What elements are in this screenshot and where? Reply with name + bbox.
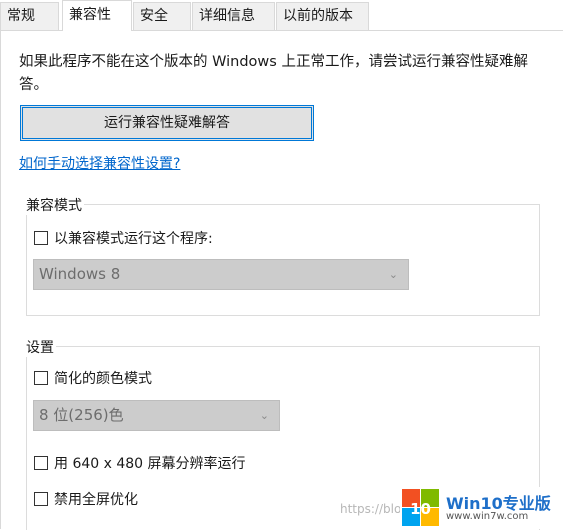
compat-mode-checkbox-label: 以兼容模式运行这个程序: (54, 231, 213, 247)
checkbox-square[interactable] (34, 371, 48, 385)
disable-fullscreen-opt-label: 禁用全屏优化 (54, 492, 138, 508)
compat-mode-group-title: 兼容模式 (24, 195, 84, 215)
tab-strip: 常规 兼容性 安全 详细信息 以前的版本 (0, 0, 563, 31)
run-troubleshooter-button[interactable]: 运行兼容性疑难解答 (20, 105, 314, 141)
settings-group-title: 设置 (24, 337, 56, 357)
logo-number: 10 (410, 500, 431, 518)
tab-details[interactable]: 详细信息 (192, 2, 275, 30)
manual-compat-help-link[interactable]: 如何手动选择兼容性设置? (19, 153, 180, 173)
chevron-down-icon: ⌄ (388, 268, 398, 281)
compatibility-description: 如果此程序不能在这个版本的 Windows 上正常工作，请尝试运行兼容性疑难解答… (19, 54, 528, 93)
os-version-select: Windows 8 ⌄ (33, 259, 409, 290)
watermark-site: www.win7w.com (446, 511, 529, 522)
color-depth-value: 8 位(256)色 (39, 406, 124, 424)
os-version-value: Windows 8 (39, 265, 121, 283)
disable-fullscreen-opt-checkbox[interactable]: 禁用全屏优化 (34, 489, 138, 509)
chevron-down-icon: ⌄ (259, 409, 269, 422)
tab-general[interactable]: 常规 (0, 2, 59, 30)
windows-logo-icon: 10 (402, 489, 439, 526)
checkbox-square[interactable] (34, 492, 48, 506)
checkbox-square[interactable] (34, 456, 48, 470)
resolution-640-label: 用 640 x 480 屏幕分辨率运行 (54, 456, 246, 472)
reduced-color-checkbox[interactable]: 简化的颜色模式 (34, 368, 152, 388)
tab-previous-versions[interactable]: 以前的版本 (276, 2, 369, 30)
reduced-color-label: 简化的颜色模式 (54, 371, 152, 387)
watermark-badge: 10 Win10专业版 www.win7w.com (400, 487, 563, 529)
checkbox-square[interactable] (34, 231, 48, 245)
tab-compatibility[interactable]: 兼容性 (62, 0, 132, 31)
compat-mode-checkbox[interactable]: 以兼容模式运行这个程序: (34, 228, 213, 248)
tab-security[interactable]: 安全 (133, 2, 191, 30)
panel-left-border (0, 30, 1, 529)
resolution-640-checkbox[interactable]: 用 640 x 480 屏幕分辨率运行 (34, 453, 246, 473)
color-depth-select: 8 位(256)色 ⌄ (33, 400, 280, 431)
